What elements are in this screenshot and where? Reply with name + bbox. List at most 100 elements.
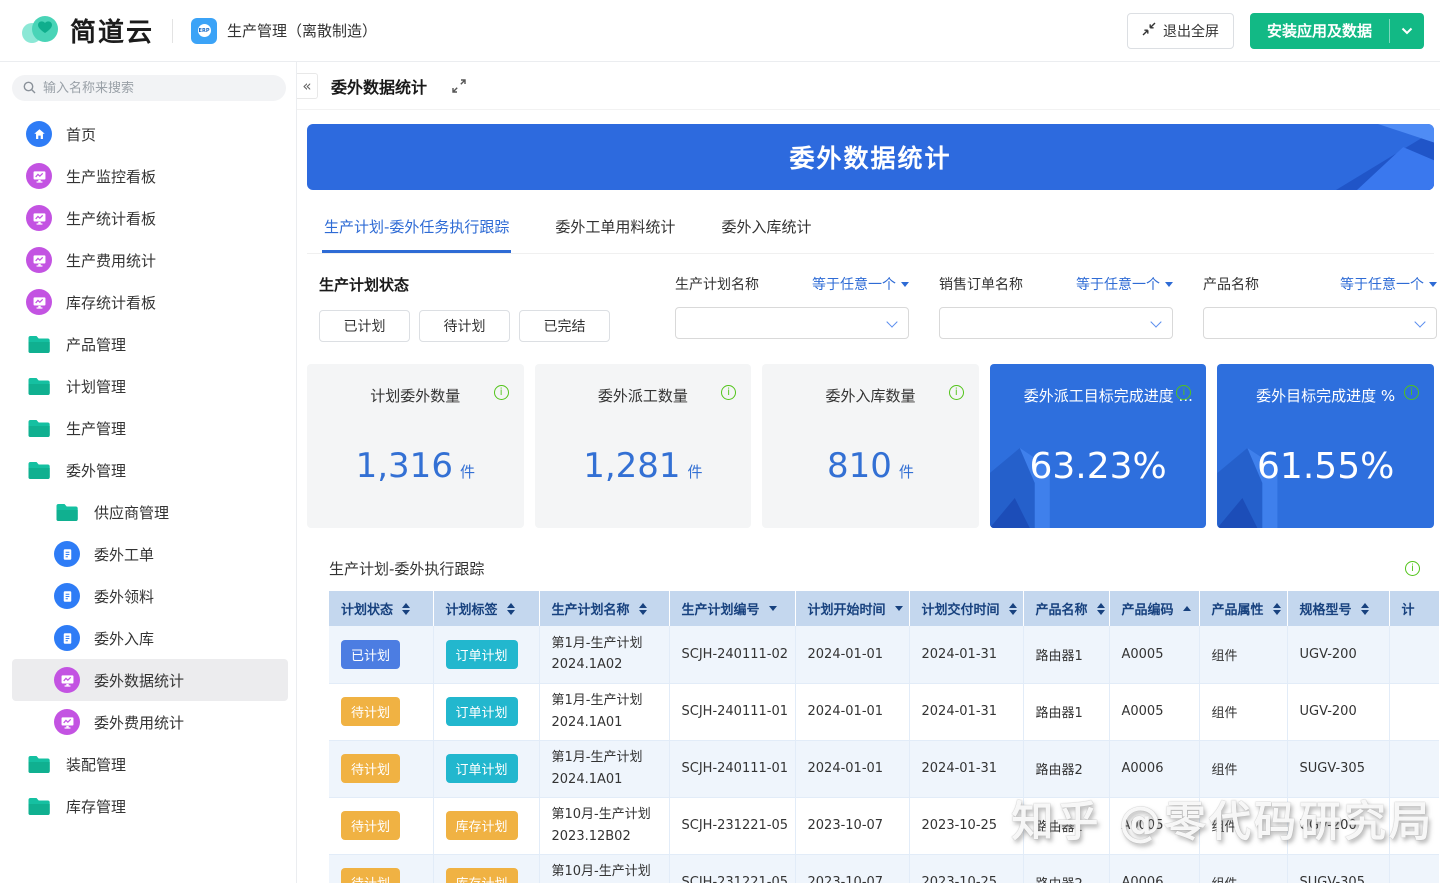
sort-up-triangle bbox=[402, 603, 410, 608]
main-area: « 委外数据统计 委外数据统计 生产计划-委外任务执行跟踪委外工单用料统计委外 bbox=[297, 62, 1440, 883]
dashboard-icon bbox=[26, 205, 52, 231]
cell-plan-code: SCJH-231221-05 bbox=[669, 797, 795, 854]
sort-icon[interactable] bbox=[895, 606, 903, 611]
stat-number: 63.23% bbox=[1029, 446, 1166, 487]
table-row[interactable]: 待计划库存计划第10月-生产计划 2023.12B02SCJH-231221-0… bbox=[329, 854, 1439, 883]
stat-card: 委外派工目标完成进度 ...i63.23% bbox=[990, 364, 1207, 528]
stat-card-title: 计划委外数量 bbox=[307, 385, 524, 406]
fullscreen-expand-icon[interactable] bbox=[451, 78, 467, 94]
sidebar-item[interactable]: 生产统计看板 bbox=[12, 197, 288, 239]
sidebar-item[interactable]: 生产费用统计 bbox=[12, 239, 288, 281]
sidebar-item-label: 生产监控看板 bbox=[66, 166, 156, 187]
sidebar-item[interactable]: 供应商管理 bbox=[12, 491, 288, 533]
info-icon[interactable]: i bbox=[1405, 561, 1420, 576]
sort-icon[interactable] bbox=[1009, 603, 1017, 615]
sidebar-item[interactable]: 计划管理 bbox=[12, 365, 288, 407]
sidebar-item[interactable]: 装配管理 bbox=[12, 743, 288, 785]
cell-tag: 订单计划 bbox=[433, 740, 539, 797]
sort-icon[interactable] bbox=[1361, 603, 1369, 615]
column-label: 计划交付时间 bbox=[922, 599, 1000, 618]
status-option-button[interactable]: 已完结 bbox=[519, 310, 610, 342]
sidebar-item[interactable]: 库存管理 bbox=[12, 785, 288, 827]
column-header[interactable]: 计划标签 bbox=[433, 591, 539, 626]
column-header[interactable]: 计划交付时间 bbox=[909, 591, 1023, 626]
stat-unit: 件 bbox=[899, 463, 914, 481]
table-row[interactable]: 待计划库存计划第10月-生产计划 2023.12B02SCJH-231221-0… bbox=[329, 797, 1439, 854]
column-header[interactable]: 产品属性 bbox=[1199, 591, 1287, 626]
logo-text: 简道云 bbox=[70, 12, 154, 49]
top-header: 简道云 ERP 生产管理（离散制造） 退出全屏 安装应用及数据 bbox=[0, 0, 1440, 62]
sidebar-item[interactable]: 委外领料 bbox=[12, 575, 288, 617]
brand-logo[interactable]: 简道云 bbox=[20, 12, 154, 49]
filter-group-head: 产品名称等于任意一个 bbox=[1203, 274, 1437, 294]
search-input[interactable] bbox=[43, 81, 275, 96]
sort-icon[interactable] bbox=[402, 603, 410, 615]
tracking-table: 计划状态计划标签生产计划名称生产计划编号计划开始时间计划交付时间 产品名称产品编码… bbox=[329, 591, 1439, 883]
status-option-button[interactable]: 已计划 bbox=[319, 310, 410, 342]
sidebar-item[interactable]: 首页 bbox=[12, 113, 288, 155]
info-icon[interactable]: i bbox=[949, 385, 964, 400]
column-header[interactable]: 生产计划名称 bbox=[539, 591, 669, 626]
filter-select[interactable] bbox=[1203, 307, 1437, 339]
table-row[interactable]: 待计划订单计划第1月-生产计划 2024.1A01SCJH-240111-012… bbox=[329, 740, 1439, 797]
info-icon[interactable]: i bbox=[1404, 385, 1419, 400]
sort-icon[interactable] bbox=[1273, 603, 1281, 615]
cell-attr: 组件 bbox=[1199, 626, 1287, 683]
column-header[interactable]: 产品名称 bbox=[1023, 591, 1109, 626]
tab[interactable]: 生产计划-委外任务执行跟踪 bbox=[322, 206, 511, 253]
sidebar-item[interactable]: 委外费用统计 bbox=[12, 701, 288, 743]
cell-status: 已计划 bbox=[329, 626, 433, 683]
sidebar-search[interactable] bbox=[12, 75, 286, 101]
sidebar-item[interactable]: 委外入库 bbox=[12, 617, 288, 659]
status-option-button[interactable]: 待计划 bbox=[419, 310, 510, 342]
tab[interactable]: 委外入库统计 bbox=[719, 206, 813, 253]
sidebar-item[interactable]: 生产管理 bbox=[12, 407, 288, 449]
table-row[interactable]: 已计划订单计划第1月-生产计划 2024.1A02SCJH-240111-022… bbox=[329, 626, 1439, 683]
stat-card-value: 61.55% bbox=[1217, 446, 1434, 487]
column-header[interactable]: 生产计划编号 bbox=[669, 591, 795, 626]
form-icon bbox=[54, 541, 80, 567]
header-divider bbox=[172, 19, 173, 43]
sort-up-triangle bbox=[639, 603, 647, 608]
chevron-down-icon[interactable] bbox=[1390, 13, 1424, 49]
tag-badge: 库存计划 bbox=[446, 868, 518, 883]
column-header[interactable]: 计划状态 bbox=[329, 591, 433, 626]
sidebar-item-label: 首页 bbox=[66, 124, 96, 145]
filter-select[interactable] bbox=[675, 307, 909, 339]
install-app-button[interactable]: 安装应用及数据 bbox=[1250, 13, 1424, 49]
filter-operator-link[interactable]: 等于任意一个 bbox=[1076, 274, 1173, 294]
column-header[interactable]: 产品编码 bbox=[1109, 591, 1199, 626]
filter-operator-link[interactable]: 等于任意一个 bbox=[1340, 274, 1437, 294]
sort-down-triangle bbox=[895, 606, 903, 611]
sidebar-collapse-button[interactable]: « bbox=[297, 73, 318, 99]
column-header[interactable]: 规格型号 bbox=[1287, 591, 1389, 626]
triangle-down-icon bbox=[1429, 282, 1437, 287]
sidebar-item[interactable]: 委外管理 bbox=[12, 449, 288, 491]
sort-icon[interactable] bbox=[1183, 606, 1191, 611]
sort-icon[interactable] bbox=[639, 603, 647, 615]
sidebar-item-label: 产品管理 bbox=[66, 334, 126, 355]
exit-fullscreen-icon bbox=[1142, 22, 1156, 39]
cell-plan-name: 第10月-生产计划 2023.12B02 bbox=[539, 797, 669, 854]
tab[interactable]: 委外工单用料统计 bbox=[553, 206, 677, 253]
sort-icon[interactable] bbox=[769, 606, 777, 611]
sidebar-item[interactable]: 产品管理 bbox=[12, 323, 288, 365]
sidebar-item[interactable]: 委外数据统计 bbox=[12, 659, 288, 701]
folder-icon bbox=[26, 335, 52, 354]
sidebar-item[interactable]: 库存统计看板 bbox=[12, 281, 288, 323]
table-row[interactable]: 待计划订单计划第1月-生产计划 2024.1A01SCJH-240111-012… bbox=[329, 683, 1439, 740]
sidebar-item[interactable]: 生产监控看板 bbox=[12, 155, 288, 197]
column-label: 产品编码 bbox=[1122, 599, 1174, 618]
filter-operator-link[interactable]: 等于任意一个 bbox=[812, 274, 909, 294]
filter-select[interactable] bbox=[939, 307, 1173, 339]
info-icon[interactable]: i bbox=[494, 385, 509, 400]
exit-fullscreen-button[interactable]: 退出全屏 bbox=[1127, 13, 1234, 49]
search-icon bbox=[23, 79, 36, 98]
sort-icon[interactable] bbox=[1097, 603, 1105, 615]
sort-icon[interactable] bbox=[507, 603, 515, 615]
status-filter: 生产计划状态 已计划待计划已完结 bbox=[319, 274, 637, 342]
column-header[interactable]: 计 bbox=[1389, 591, 1439, 626]
tag-badge: 订单计划 bbox=[446, 754, 518, 783]
sidebar-item[interactable]: 委外工单 bbox=[12, 533, 288, 575]
column-header[interactable]: 计划开始时间 bbox=[795, 591, 909, 626]
